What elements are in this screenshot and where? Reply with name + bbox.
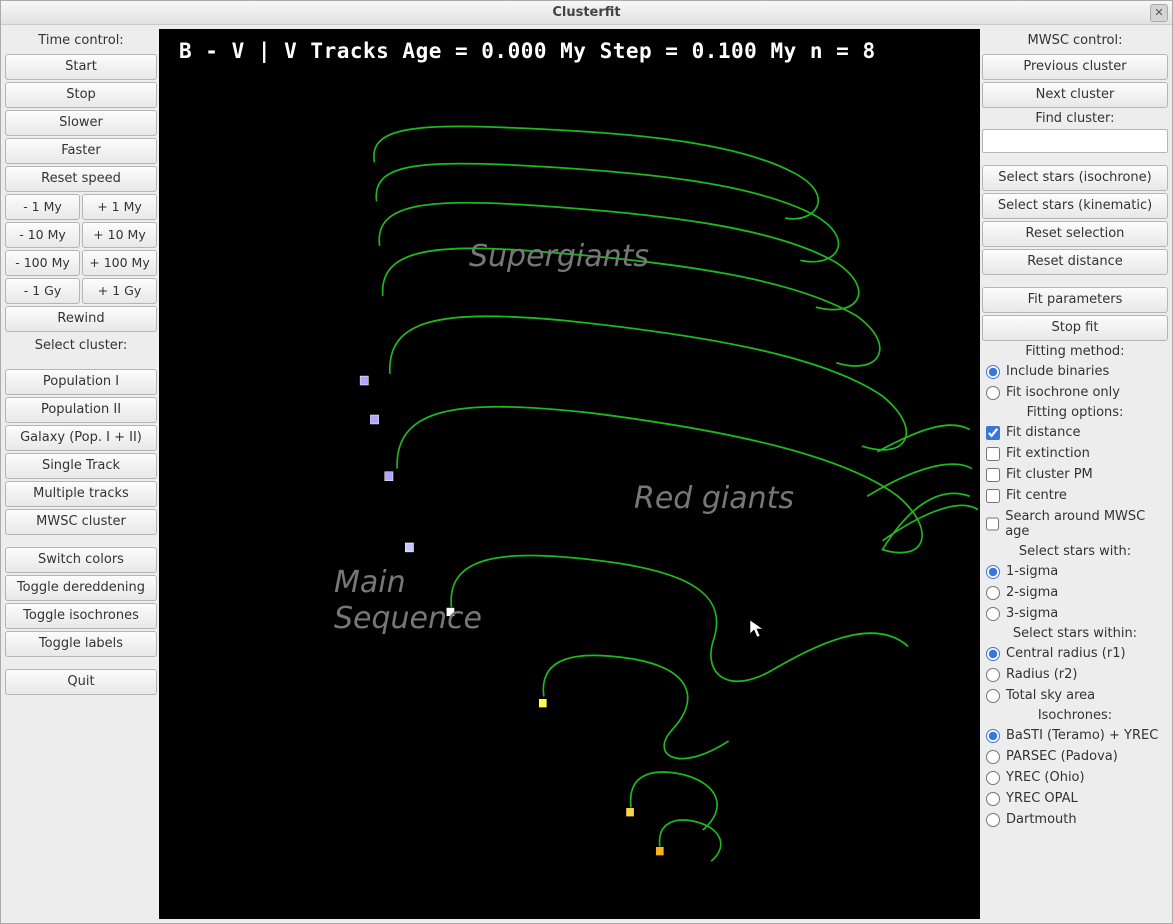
basti-radio[interactable] — [986, 729, 1000, 743]
sigma-1-option[interactable]: 1-sigma — [982, 562, 1168, 581]
toggle-isochrones-button[interactable]: Toggle isochrones — [5, 603, 157, 629]
sigma-1-radio[interactable] — [986, 565, 1000, 579]
population-ii-button[interactable]: Population II — [5, 397, 157, 423]
fit-extinction-option[interactable]: Fit extinction — [982, 444, 1168, 463]
fit-extinction-checkbox[interactable] — [986, 447, 1000, 461]
parsec-option[interactable]: PARSEC (Padova) — [982, 747, 1168, 766]
titlebar: Clusterfit ✕ — [1, 1, 1172, 25]
yrec-opal-option[interactable]: YREC OPAL — [982, 789, 1168, 808]
plus-100my-button[interactable]: + 100 My — [82, 250, 157, 276]
sigma-3-option[interactable]: 3-sigma — [982, 604, 1168, 623]
sigma-3-radio[interactable] — [986, 607, 1000, 621]
chart-title: B - V | V Tracks Age = 0.000 My Step = 0… — [179, 39, 876, 63]
dartmouth-option[interactable]: Dartmouth — [982, 810, 1168, 829]
close-button[interactable]: ✕ — [1150, 4, 1168, 22]
parsec-radio[interactable] — [986, 750, 1000, 764]
total-sky-area-radio[interactable] — [986, 689, 1000, 703]
dartmouth-radio[interactable] — [986, 813, 1000, 827]
toggle-dereddening-button[interactable]: Toggle dereddening — [5, 575, 157, 601]
cmd-plot-canvas[interactable]: B - V | V Tracks Age = 0.000 My Step = 0… — [159, 29, 980, 919]
single-track-button[interactable]: Single Track — [5, 453, 157, 479]
fit-centre-option[interactable]: Fit centre — [982, 486, 1168, 505]
minus-10my-button[interactable]: - 10 My — [5, 222, 80, 248]
search-mwsc-age-checkbox[interactable] — [986, 517, 999, 531]
fit-centre-checkbox[interactable] — [986, 489, 1000, 503]
quit-button[interactable]: Quit — [5, 669, 157, 695]
fit-parameters-button[interactable]: Fit parameters — [982, 287, 1168, 313]
isochrones-label: Isochrones: — [982, 707, 1168, 724]
include-binaries-option[interactable]: Include binaries — [982, 362, 1168, 381]
find-cluster-label: Find cluster: — [982, 110, 1168, 127]
population-i-button[interactable]: Population I — [5, 369, 157, 395]
select-stars-isochrone-button[interactable]: Select stars (isochrone) — [982, 165, 1168, 191]
radius-r2-option[interactable]: Radius (r2) — [982, 665, 1168, 684]
app-window: Clusterfit ✕ Time control: Start Stop Sl… — [0, 0, 1173, 924]
stop-button[interactable]: Stop — [5, 82, 157, 108]
fit-distance-option[interactable]: Fit distance — [982, 423, 1168, 442]
time-control-label: Time control: — [5, 29, 157, 52]
minus-1my-button[interactable]: - 1 My — [5, 194, 80, 220]
total-sky-area-option[interactable]: Total sky area — [982, 686, 1168, 705]
mwsc-control-label: MWSC control: — [982, 29, 1168, 52]
fit-isochrone-only-option[interactable]: Fit isochrone only — [982, 383, 1168, 402]
fit-cluster-pm-checkbox[interactable] — [986, 468, 1000, 482]
reset-speed-button[interactable]: Reset speed — [5, 166, 157, 192]
minus-100my-button[interactable]: - 100 My — [5, 250, 80, 276]
window-title: Clusterfit — [552, 5, 620, 20]
fit-distance-checkbox[interactable] — [986, 426, 1000, 440]
next-cluster-button[interactable]: Next cluster — [982, 82, 1168, 108]
reset-selection-button[interactable]: Reset selection — [982, 221, 1168, 247]
start-button[interactable]: Start — [5, 54, 157, 80]
plus-1my-button[interactable]: + 1 My — [82, 194, 157, 220]
switch-colors-button[interactable]: Switch colors — [5, 547, 157, 573]
central-radius-radio[interactable] — [986, 647, 1000, 661]
left-panel: Time control: Start Stop Slower Faster R… — [5, 29, 157, 919]
plus-10my-button[interactable]: + 10 My — [82, 222, 157, 248]
faster-button[interactable]: Faster — [5, 138, 157, 164]
fit-cluster-pm-option[interactable]: Fit cluster PM — [982, 465, 1168, 484]
search-mwsc-age-option[interactable]: Search around MWSC age — [982, 507, 1168, 541]
right-panel: MWSC control: Previous cluster Next clus… — [982, 29, 1168, 919]
fitting-options-label: Fitting options: — [982, 404, 1168, 421]
yrec-opal-radio[interactable] — [986, 792, 1000, 806]
radius-r2-radio[interactable] — [986, 668, 1000, 682]
central-radius-option[interactable]: Central radius (r1) — [982, 644, 1168, 663]
rewind-button[interactable]: Rewind — [5, 306, 157, 332]
select-stars-with-label: Select stars with: — [982, 543, 1168, 560]
slower-button[interactable]: Slower — [5, 110, 157, 136]
plus-1gy-button[interactable]: + 1 Gy — [82, 278, 157, 304]
find-cluster-input[interactable] — [982, 129, 1168, 153]
select-stars-kinematic-button[interactable]: Select stars (kinematic) — [982, 193, 1168, 219]
select-cluster-label: Select cluster: — [5, 334, 157, 357]
fit-isochrone-only-radio[interactable] — [986, 386, 1000, 400]
mwsc-cluster-button[interactable]: MWSC cluster — [5, 509, 157, 535]
sigma-2-radio[interactable] — [986, 586, 1000, 600]
multiple-tracks-button[interactable]: Multiple tracks — [5, 481, 157, 507]
yrec-radio[interactable] — [986, 771, 1000, 785]
galaxy-button[interactable]: Galaxy (Pop. I + II) — [5, 425, 157, 451]
reset-distance-button[interactable]: Reset distance — [982, 249, 1168, 275]
tracks-svg — [159, 29, 980, 919]
minus-1gy-button[interactable]: - 1 Gy — [5, 278, 80, 304]
basti-option[interactable]: BaSTI (Teramo) + YREC — [982, 726, 1168, 745]
yrec-option[interactable]: YREC (Ohio) — [982, 768, 1168, 787]
fitting-method-label: Fitting method: — [982, 343, 1168, 360]
previous-cluster-button[interactable]: Previous cluster — [982, 54, 1168, 80]
stop-fit-button[interactable]: Stop fit — [982, 315, 1168, 341]
sigma-2-option[interactable]: 2-sigma — [982, 583, 1168, 602]
include-binaries-radio[interactable] — [986, 365, 1000, 379]
toggle-labels-button[interactable]: Toggle labels — [5, 631, 157, 657]
select-stars-within-label: Select stars within: — [982, 625, 1168, 642]
